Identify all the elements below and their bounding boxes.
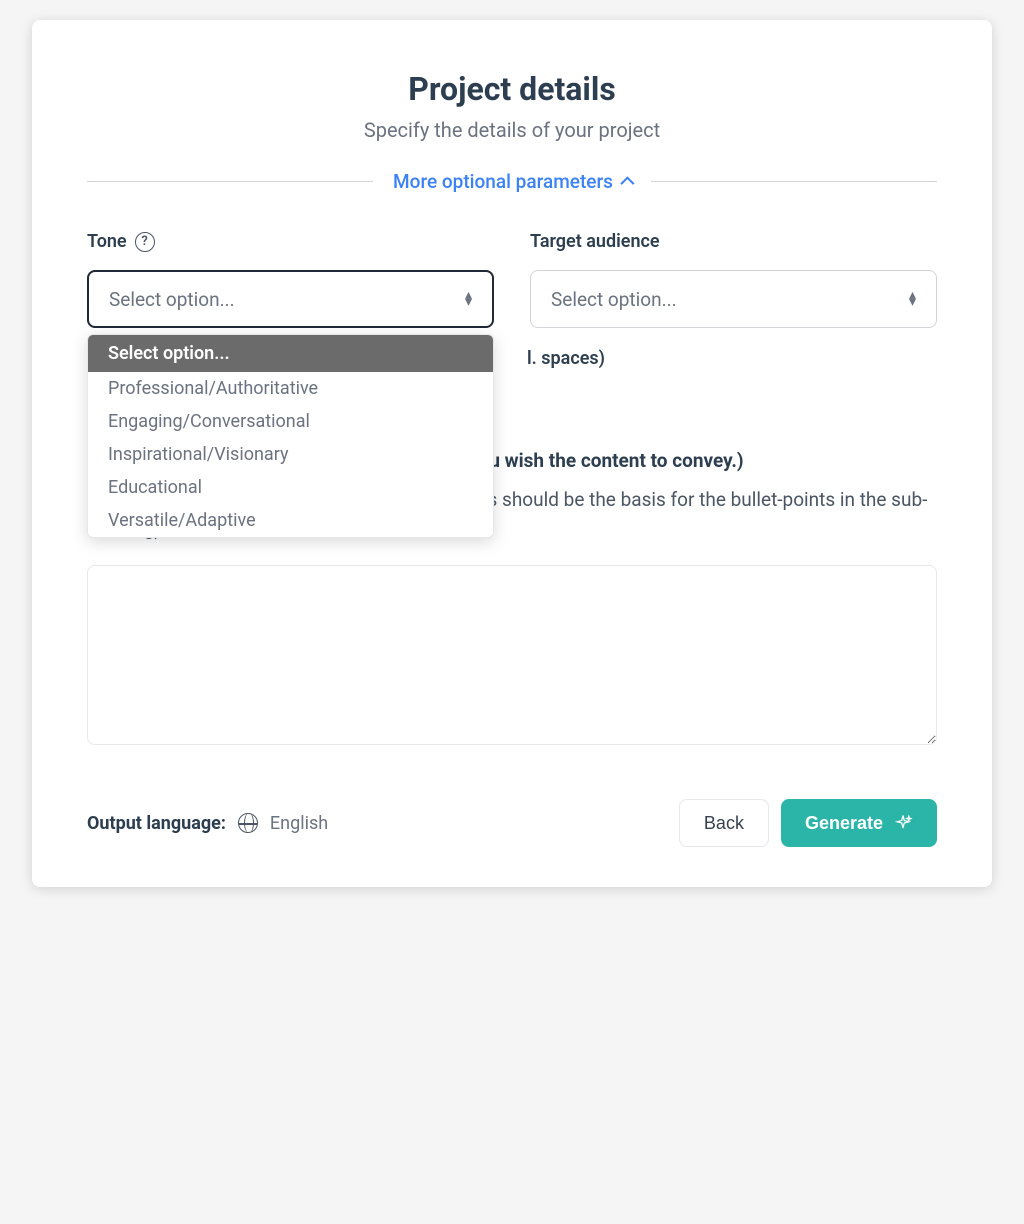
partially-hidden-field-label: l. spaces) (527, 348, 937, 369)
back-button-label: Back (704, 813, 744, 834)
tone-label: Tone (87, 231, 127, 252)
tone-label-row: Tone ? (87, 231, 494, 252)
form-row-tone-audience: Tone ? Select option... ▴▾ Select option… (87, 231, 937, 328)
page-title: Project details (87, 70, 937, 108)
globe-icon (238, 813, 258, 833)
audience-select[interactable]: Select option... ▴▾ (530, 270, 937, 328)
tone-column: Tone ? Select option... ▴▾ Select option… (87, 231, 494, 328)
divider-left (87, 181, 373, 182)
audience-label: Target audience (530, 231, 660, 252)
help-icon[interactable]: ? (135, 232, 155, 252)
button-row: Back Generate (679, 799, 937, 847)
tone-select-placeholder: Select option... (109, 288, 235, 311)
header: Project details Specify the details of y… (87, 70, 937, 142)
project-details-card: Project details Specify the details of y… (32, 20, 992, 887)
page-subtitle: Specify the details of your project (87, 118, 937, 142)
audience-select-placeholder: Select option... (551, 288, 677, 311)
audience-label-row: Target audience (530, 231, 937, 252)
tone-option-professional[interactable]: Professional/Authoritative (88, 372, 493, 405)
output-language-label: Output language: (87, 813, 226, 834)
chevron-up-icon (620, 176, 634, 190)
sort-icon: ▴▾ (909, 292, 916, 306)
tone-option-placeholder[interactable]: Select option... (88, 335, 493, 372)
tone-option-engaging[interactable]: Engaging/Conversational (88, 405, 493, 438)
tone-dropdown: Select option... Professional/Authoritat… (87, 334, 494, 538)
tone-option-versatile[interactable]: Versatile/Adaptive (88, 504, 493, 537)
optional-params-toggle-row: More optional parameters (87, 170, 937, 193)
back-button[interactable]: Back (679, 799, 769, 847)
output-language-row: Output language: English (87, 813, 328, 834)
generate-button-label: Generate (805, 813, 883, 834)
divider-right (651, 181, 937, 182)
generate-button[interactable]: Generate (781, 799, 937, 847)
more-params-toggle[interactable]: More optional parameters (393, 170, 631, 193)
footer-row: Output language: English Back Generate (87, 799, 937, 847)
sparkle-icon (893, 813, 913, 833)
sort-icon: ▴▾ (465, 292, 472, 306)
output-language-value: English (270, 813, 328, 834)
tone-select[interactable]: Select option... ▴▾ (87, 270, 494, 328)
tone-option-inspirational[interactable]: Inspirational/Visionary (88, 438, 493, 471)
more-params-label: More optional parameters (393, 170, 613, 193)
key-messages-textarea[interactable] (87, 565, 937, 745)
tone-option-educational[interactable]: Educational (88, 471, 493, 504)
audience-column: Target audience Select option... ▴▾ (530, 231, 937, 328)
